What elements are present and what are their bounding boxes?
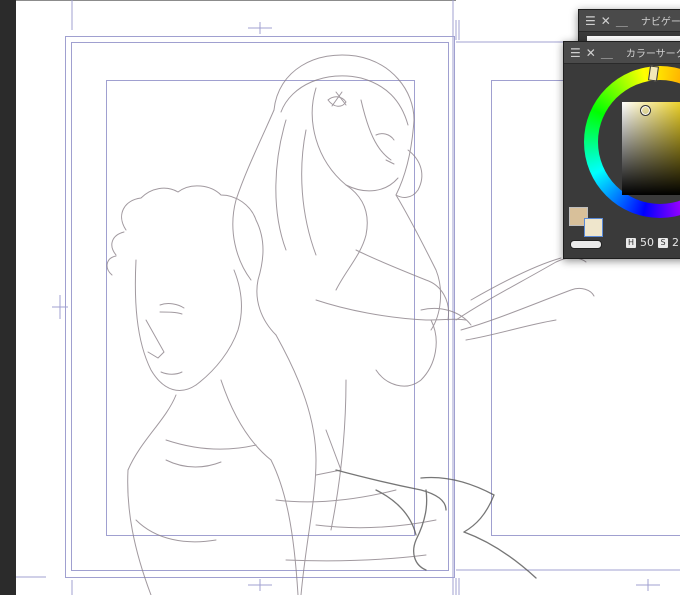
hue-channel-label: H (626, 237, 636, 248)
sv-cursor[interactable] (640, 105, 651, 116)
color-circle-body: H 50 S 2 (564, 64, 680, 258)
menu-icon[interactable]: ☰ (570, 42, 581, 64)
saturation-channel-label: S (658, 237, 668, 248)
minimize-icon[interactable]: ＿ (601, 42, 613, 64)
menu-icon[interactable]: ☰ (585, 10, 596, 32)
close-icon[interactable]: ✕ (601, 10, 611, 32)
color-mode-toggle[interactable] (570, 240, 602, 249)
hsv-readout: H 50 S 2 (626, 236, 679, 249)
saturation-value[interactable]: 2 (672, 236, 679, 249)
minimize-icon[interactable]: ＿ (616, 10, 628, 32)
sub-color-swatch[interactable] (584, 218, 603, 237)
navigator-titlebar[interactable]: ☰ ✕ ＿ ナビゲーター (579, 10, 680, 32)
workspace-edge (0, 0, 16, 595)
color-circle-panel[interactable]: ☰ ✕ ＿ カラーサークル H 50 S 2 (563, 41, 680, 259)
color-circle-titlebar[interactable]: ☰ ✕ ＿ カラーサークル (564, 42, 680, 64)
close-icon[interactable]: ✕ (586, 42, 596, 64)
color-circle-title: カラーサークル (625, 49, 680, 60)
navigator-title: ナビゲーター (640, 17, 680, 28)
saturation-value-square[interactable] (622, 102, 680, 195)
hue-value[interactable]: 50 (640, 236, 654, 249)
